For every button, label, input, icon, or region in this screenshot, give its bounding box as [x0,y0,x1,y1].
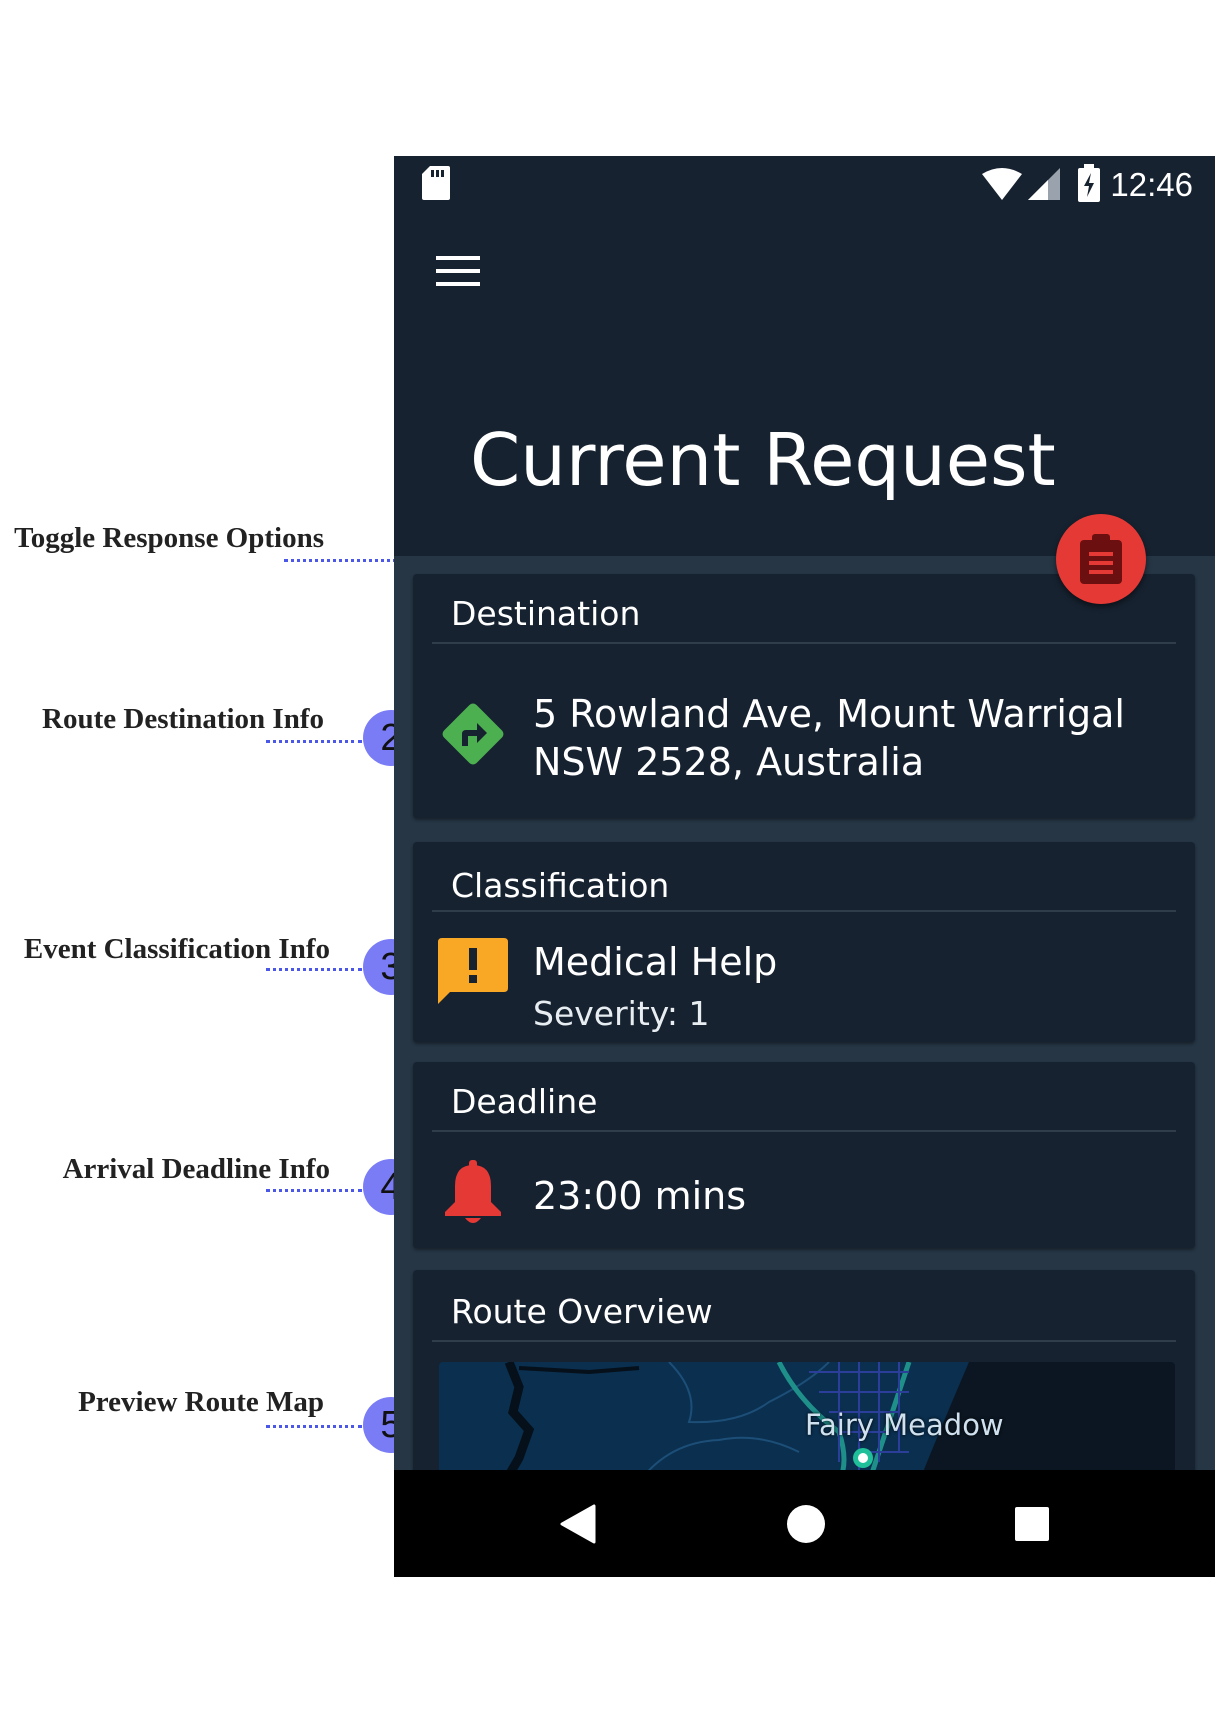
annotation-line-5 [266,1425,362,1428]
card-divider [432,910,1176,912]
annotation-line-3 [266,968,362,971]
annotation-label-1: Toggle Response Options [14,522,324,554]
deadline-value: 23:00 mins [533,1174,747,1218]
destination-card-title: Destination [451,594,641,633]
wifi-icon [982,168,1022,200]
destination-address-line2: NSW 2528, Australia [533,740,925,784]
deadline-card-title: Deadline [451,1082,598,1121]
map-pin-icon [853,1448,873,1468]
annotation-label-4: Arrival Deadline Info [62,1153,330,1185]
card-divider [432,642,1176,644]
directions-icon [442,703,504,765]
status-time: 12:46 [1110,166,1193,203]
alert-icon [438,938,508,1004]
sd-card-icon [422,166,450,200]
destination-address-line1: 5 Rowland Ave, Mount Warrigal [533,692,1125,736]
deadline-card[interactable]: Deadline 23:00 mins [413,1062,1195,1248]
battery-charging-icon [1078,164,1100,202]
card-divider [432,1340,1176,1342]
map-location-label: Fairy Meadow [805,1408,1004,1442]
destination-card[interactable]: Destination 5 Rowland Ave, Mount Warriga… [413,574,1195,818]
annotation-label-5: Preview Route Map [78,1386,324,1418]
bell-icon [445,1160,501,1223]
annotation-line-4 [266,1189,362,1192]
recent-apps-icon[interactable] [1015,1507,1049,1541]
page-title: Current Request [470,418,1056,502]
route-map-preview[interactable]: Fairy Meadow [439,1362,1175,1482]
navigation-bar [394,1470,1215,1577]
phone-screen: 12:46 Current Request Destination 5 Rowl… [394,156,1215,1577]
classification-card[interactable]: Classification Medical Help Severity: 1 [413,842,1195,1042]
annotation-label-2: Route Destination Info [42,703,324,735]
clipboard-icon [1080,534,1122,584]
card-divider [432,1130,1176,1132]
back-icon[interactable] [560,1504,596,1544]
cell-signal-icon [1028,168,1060,200]
toggle-response-options-button[interactable] [1056,514,1146,604]
home-icon[interactable] [787,1505,825,1543]
annotation-line-2 [266,740,362,743]
classification-severity: Severity: 1 [533,994,710,1033]
annotation-label-3: Event Classification Info [23,933,330,965]
classification-card-title: Classification [451,866,670,905]
hamburger-menu-icon[interactable] [436,256,480,292]
route-overview-card-title: Route Overview [451,1292,713,1331]
status-bar: 12:46 [394,156,1215,216]
classification-type: Medical Help [533,940,778,984]
